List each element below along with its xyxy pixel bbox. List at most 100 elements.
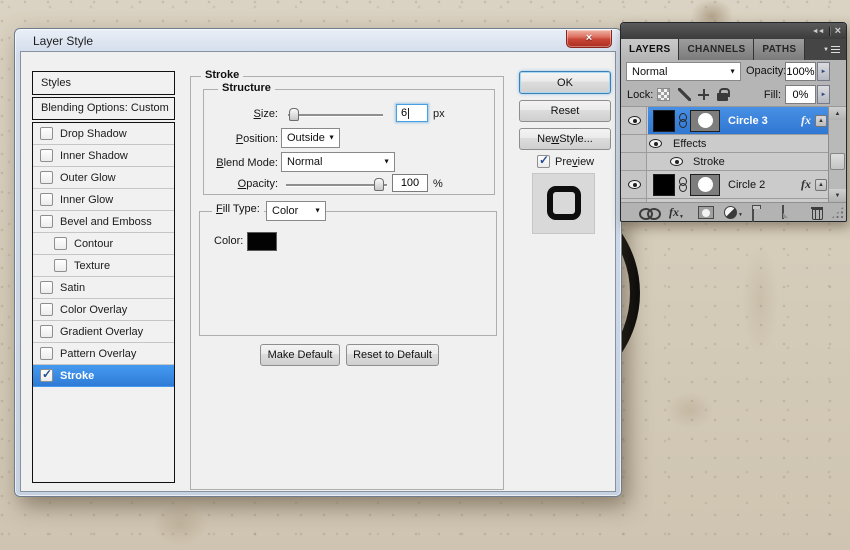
visibility-eye-icon[interactable] xyxy=(628,116,641,125)
blending-options-row[interactable]: Blending Options: Custom xyxy=(32,97,175,120)
new-style-button[interactable]: New Style... xyxy=(519,128,611,150)
panel-menu-button[interactable]: ▼ xyxy=(823,39,846,60)
layer-opacity-field[interactable]: 100% xyxy=(785,62,816,81)
dialog-client-area: Styles Blending Options: Custom Drop Sha… xyxy=(20,51,616,492)
layer-row-circle-3[interactable]: Circle 3 fx ▲ xyxy=(621,107,830,135)
style-item-inner-glow[interactable]: Inner Glow xyxy=(33,189,174,211)
layer-row-stroke-effect[interactable]: Stroke xyxy=(621,153,830,171)
fill-spinner-button[interactable]: ► xyxy=(817,85,830,104)
fill-label: Fill: xyxy=(751,89,781,101)
size-value-field[interactable]: 6 xyxy=(396,104,428,122)
reset-to-default-button[interactable]: Reset to Default xyxy=(346,344,439,366)
chevron-down-icon: ▼ xyxy=(328,135,335,142)
make-default-button[interactable]: Make Default xyxy=(260,344,340,366)
new-layer-icon[interactable] xyxy=(782,205,784,219)
style-item-label: Drop Shadow xyxy=(60,128,127,140)
triangle-down-icon: ▼ xyxy=(679,215,684,220)
fill-type-dropdown[interactable]: Color ▼ xyxy=(266,201,326,221)
panel-close-icon[interactable]: × xyxy=(835,25,841,37)
panel-tab-bar: LAYERS CHANNELS PATHS ▼ xyxy=(621,39,846,60)
panel-resize-grip[interactable] xyxy=(831,206,844,219)
mask-circle-shape xyxy=(698,113,713,128)
dialog-title-bar[interactable] xyxy=(15,29,621,50)
add-layer-mask-icon[interactable] xyxy=(698,206,714,219)
style-item-bevel-emboss[interactable]: Bevel and Emboss xyxy=(33,211,174,233)
style-item-satin[interactable]: Satin xyxy=(33,277,174,299)
texture-checkbox[interactable] xyxy=(54,259,67,272)
inner-shadow-checkbox[interactable] xyxy=(40,149,53,162)
size-slider-track[interactable] xyxy=(288,114,383,116)
contour-checkbox[interactable] xyxy=(54,237,67,250)
style-item-stroke-selected[interactable]: ✓ Stroke xyxy=(33,365,174,387)
tab-paths[interactable]: PATHS xyxy=(754,39,805,60)
style-item-outer-glow[interactable]: Outer Glow xyxy=(33,167,174,189)
mask-circle-shape xyxy=(698,177,713,192)
lock-pixels-brush-icon[interactable] xyxy=(678,88,691,101)
style-item-inner-shadow[interactable]: Inner Shadow xyxy=(33,145,174,167)
opacity-value-field[interactable]: 100 xyxy=(392,174,428,192)
layer-thumbnail[interactable] xyxy=(653,174,675,196)
scroll-down-button[interactable]: ▼ xyxy=(829,189,846,202)
style-item-label: Contour xyxy=(74,238,113,250)
inner-glow-checkbox[interactable] xyxy=(40,193,53,206)
layer-blend-mode-dropdown[interactable]: Normal ▼ xyxy=(626,62,741,81)
opacity-slider-track[interactable] xyxy=(286,184,387,186)
lock-transparency-icon[interactable] xyxy=(657,88,670,101)
scrollbar-thumb[interactable] xyxy=(830,153,845,170)
new-group-folder-icon[interactable] xyxy=(752,208,754,222)
position-dropdown[interactable]: Outside ▼ xyxy=(281,128,340,148)
layer-blend-mode-value: Normal xyxy=(632,66,667,78)
pattern-overlay-checkbox[interactable] xyxy=(40,347,53,360)
tab-layers[interactable]: LAYERS xyxy=(621,39,679,60)
visibility-eye-icon[interactable] xyxy=(670,157,683,166)
style-item-label: Stroke xyxy=(60,370,94,382)
arrow-right-icon: ► xyxy=(821,69,827,75)
preview-checkbox[interactable]: ✓ xyxy=(537,155,550,168)
position-label: Position: xyxy=(204,133,278,145)
chevron-down-icon: ▼ xyxy=(823,47,829,53)
style-item-texture[interactable]: Texture xyxy=(33,255,174,277)
style-item-color-overlay[interactable]: Color Overlay xyxy=(33,299,174,321)
dialog-close-button[interactable]: × xyxy=(566,30,612,48)
layer-name[interactable]: Circle 3 xyxy=(728,115,768,127)
scroll-up-button[interactable]: ▲ xyxy=(829,107,846,120)
drop-shadow-checkbox[interactable] xyxy=(40,127,53,140)
collapse-panel-icon[interactable]: ◄◄ xyxy=(812,28,824,35)
style-item-gradient-overlay[interactable]: Gradient Overlay xyxy=(33,321,174,343)
style-item-contour[interactable]: Contour xyxy=(33,233,174,255)
layer-thumbnail[interactable] xyxy=(653,110,675,132)
visibility-eye-icon[interactable] xyxy=(649,139,662,148)
tab-channels[interactable]: CHANNELS xyxy=(679,39,754,60)
size-slider-thumb[interactable] xyxy=(289,108,299,121)
style-item-label: Texture xyxy=(74,260,110,272)
add-layer-style-fx-icon[interactable]: fx▼ xyxy=(669,205,684,220)
adjustment-layer-icon[interactable] xyxy=(724,206,737,219)
chevron-down-icon: ▼ xyxy=(314,208,321,215)
color-overlay-checkbox[interactable] xyxy=(40,303,53,316)
blend-mode-dropdown[interactable]: Normal ▼ xyxy=(281,152,395,172)
style-item-drop-shadow[interactable]: Drop Shadow xyxy=(33,123,174,145)
opacity-spinner-button[interactable]: ► xyxy=(817,62,830,81)
layer-row-circle-2[interactable]: Circle 2 fx ▲ xyxy=(621,171,830,199)
satin-checkbox[interactable] xyxy=(40,281,53,294)
reset-button[interactable]: Reset xyxy=(519,100,611,122)
style-item-pattern-overlay[interactable]: Pattern Overlay xyxy=(33,343,174,365)
check-icon: ✓ xyxy=(539,153,549,167)
ok-button[interactable]: OK xyxy=(519,71,611,94)
collapse-effects-button[interactable]: ▲ xyxy=(815,115,827,127)
collapse-effects-button[interactable]: ▲ xyxy=(815,179,827,191)
visibility-eye-icon[interactable] xyxy=(628,180,641,189)
vector-mask-thumbnail[interactable] xyxy=(690,174,720,196)
layer-fill-field[interactable]: 0% xyxy=(785,85,816,104)
outer-glow-checkbox[interactable] xyxy=(40,171,53,184)
layer-row-effects[interactable]: Effects xyxy=(621,135,830,153)
size-value: 6 xyxy=(401,107,407,119)
opacity-slider-thumb[interactable] xyxy=(374,178,384,191)
vector-mask-thumbnail[interactable] xyxy=(690,110,720,132)
bevel-emboss-checkbox[interactable] xyxy=(40,215,53,228)
layer-name[interactable]: Circle 2 xyxy=(728,179,765,191)
gradient-overlay-checkbox[interactable] xyxy=(40,325,53,338)
stroke-color-swatch[interactable] xyxy=(247,232,277,251)
stroke-checkbox-checked[interactable]: ✓ xyxy=(40,369,53,382)
panel-header-bar[interactable]: ◄◄ × xyxy=(621,23,846,39)
